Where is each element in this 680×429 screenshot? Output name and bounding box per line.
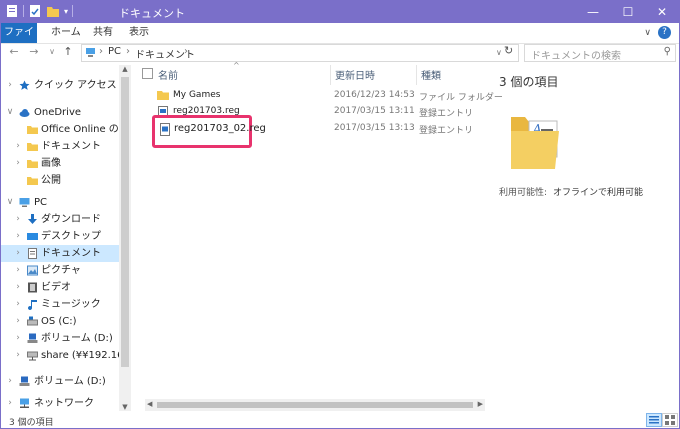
address-dropdown-icon[interactable]: ∨ [496,48,502,57]
address-bar[interactable]: › PC › ドキュメント › ∨ [81,44,519,62]
refresh-icon[interactable]: ↻ [504,44,513,57]
address-row: ← → ∨ ↑ › PC › ドキュメント › ∨ ↻ ドキュメントの検索 ⚲ [1,43,679,63]
file-list-scrollbar[interactable]: ◀ ▶ [145,399,485,411]
download-icon [28,214,37,224]
nav-item-videos[interactable]: › ビデオ [1,279,119,296]
close-button[interactable]: ✕ [645,1,679,23]
explorer-window: ▾ ドキュメント — ☐ ✕ ファイル ホーム 共有 表示 ∨ ? ← → ∨ … [0,0,680,429]
scroll-down-icon[interactable]: ▼ [119,403,131,411]
properties-icon[interactable] [28,4,42,18]
title-bar: ▾ ドキュメント — ☐ ✕ [1,1,679,23]
folder-icon [27,143,38,151]
quick-access-dropdown-icon[interactable]: ▾ [64,7,68,16]
column-header-date[interactable]: 更新日時 [335,67,375,82]
nav-item-music[interactable]: › ミュージック [1,296,119,313]
column-header-type[interactable]: 種類 [421,67,441,82]
pc-icon [86,48,95,57]
scroll-right-icon[interactable]: ▶ [478,400,483,408]
nav-item-onedrive-documents[interactable]: › ドキュメント [1,138,119,155]
computer-icon [19,198,30,207]
network-drive-icon [27,351,38,361]
file-row-my-games[interactable]: My Games 2016/12/23 14:53 ファイル フォルダー [151,88,503,104]
nav-item-public[interactable]: 公開 [1,172,119,189]
drive-icon [27,316,38,326]
nav-item-volume-d[interactable]: › ボリューム (D:) [1,330,119,347]
breadcrumb-pc[interactable]: PC [108,46,121,57]
availability-label: 利用可能性: [499,188,548,198]
highlighted-file-reg201703-02[interactable]: reg201703_02.reg [152,115,266,148]
large-icons-view-button[interactable] [662,413,678,427]
nav-item-share[interactable]: › share (¥¥192.168.1.18 [1,347,119,364]
tab-view[interactable]: 表示 [129,23,149,43]
pictures-icon [27,265,38,276]
new-folder-icon[interactable] [46,4,60,18]
expand-ribbon-icon[interactable]: ∨ [644,28,651,38]
folder-icon [27,126,38,134]
preview-title: 3 個の項目 [499,75,559,89]
minimize-button[interactable]: — [576,1,610,23]
drive-icon [19,376,30,386]
scroll-up-icon[interactable]: ▲ [119,65,131,73]
cloud-icon [19,109,30,117]
navigation-pane: › クイック アクセス ∨ OneDrive Office Online の拡張… [1,65,119,411]
help-button[interactable]: ? [658,26,671,39]
nav-item-pictures[interactable]: › ピクチャ [1,262,119,279]
nav-scrollbar[interactable]: ▲ ▼ [119,65,131,411]
scroll-left-icon[interactable]: ◀ [147,400,152,408]
nav-item-images[interactable]: › 画像 [1,155,119,172]
select-all-checkbox[interactable] [142,68,153,79]
folder-icon [27,177,38,185]
nav-item-downloads[interactable]: › ダウンロード [1,211,119,228]
large-icons-view-icon [665,415,675,425]
drive-icon [27,333,38,343]
nav-item-pc[interactable]: ∨ PC [1,194,119,211]
folder-icon [157,91,169,100]
ribbon-tabs: ファイル ホーム 共有 表示 ∨ ? [1,23,679,58]
nav-item-onedrive[interactable]: ∨ OneDrive [1,104,119,121]
tab-share[interactable]: 共有 [93,23,113,43]
nav-scrollbar-thumb[interactable] [121,77,129,367]
star-icon [19,80,30,90]
status-item-count: 3 個の項目 [9,418,54,428]
details-view-icon [649,416,659,424]
column-separator[interactable] [330,65,331,85]
tab-file[interactable]: ファイル [1,23,37,58]
search-icon: ⚲ [663,46,671,57]
network-icon [20,398,29,408]
recent-locations-icon[interactable]: ∨ [45,47,59,56]
desktop-icon [27,233,38,240]
nav-item-network[interactable]: › ネットワーク [1,395,119,411]
search-input[interactable]: ドキュメントの検索 ⚲ [524,44,676,62]
column-separator[interactable] [416,65,417,85]
reg-file-icon [160,123,170,136]
nav-item-desktop[interactable]: › デスクトップ [1,228,119,245]
music-icon [28,300,37,310]
availability-value: オフラインで利用可能 [553,188,644,198]
forward-arrow-icon[interactable]: → [27,45,41,58]
column-header-name[interactable]: 名前 [158,67,178,82]
search-placeholder: ドキュメントの検索 [531,51,621,62]
sort-ascending-icon: ^ [233,61,240,70]
nav-item-documents[interactable]: › ドキュメント [1,245,119,262]
nav-item-volume-d-root[interactable]: › ボリューム (D:) [1,373,119,390]
folder-icon [27,160,38,168]
file-list-scrollbar-thumb[interactable] [157,402,473,408]
up-arrow-icon[interactable]: ↑ [61,45,75,58]
tab-home[interactable]: ホーム [51,23,81,43]
document-icon [28,248,37,259]
window-title: ドキュメント [119,7,185,20]
documents-folder-preview-icon: A [511,117,559,169]
nav-item-os-c[interactable]: › OS (C:) [1,313,119,330]
maximize-button[interactable]: ☐ [611,1,645,23]
video-icon [28,282,37,293]
explorer-app-icon [7,5,17,17]
nav-item-quick-access[interactable]: › クイック アクセス [1,77,119,94]
back-arrow-icon[interactable]: ← [7,45,21,58]
nav-item-office-online[interactable]: Office Online の拡張 [1,121,119,138]
details-view-button[interactable] [646,413,662,427]
